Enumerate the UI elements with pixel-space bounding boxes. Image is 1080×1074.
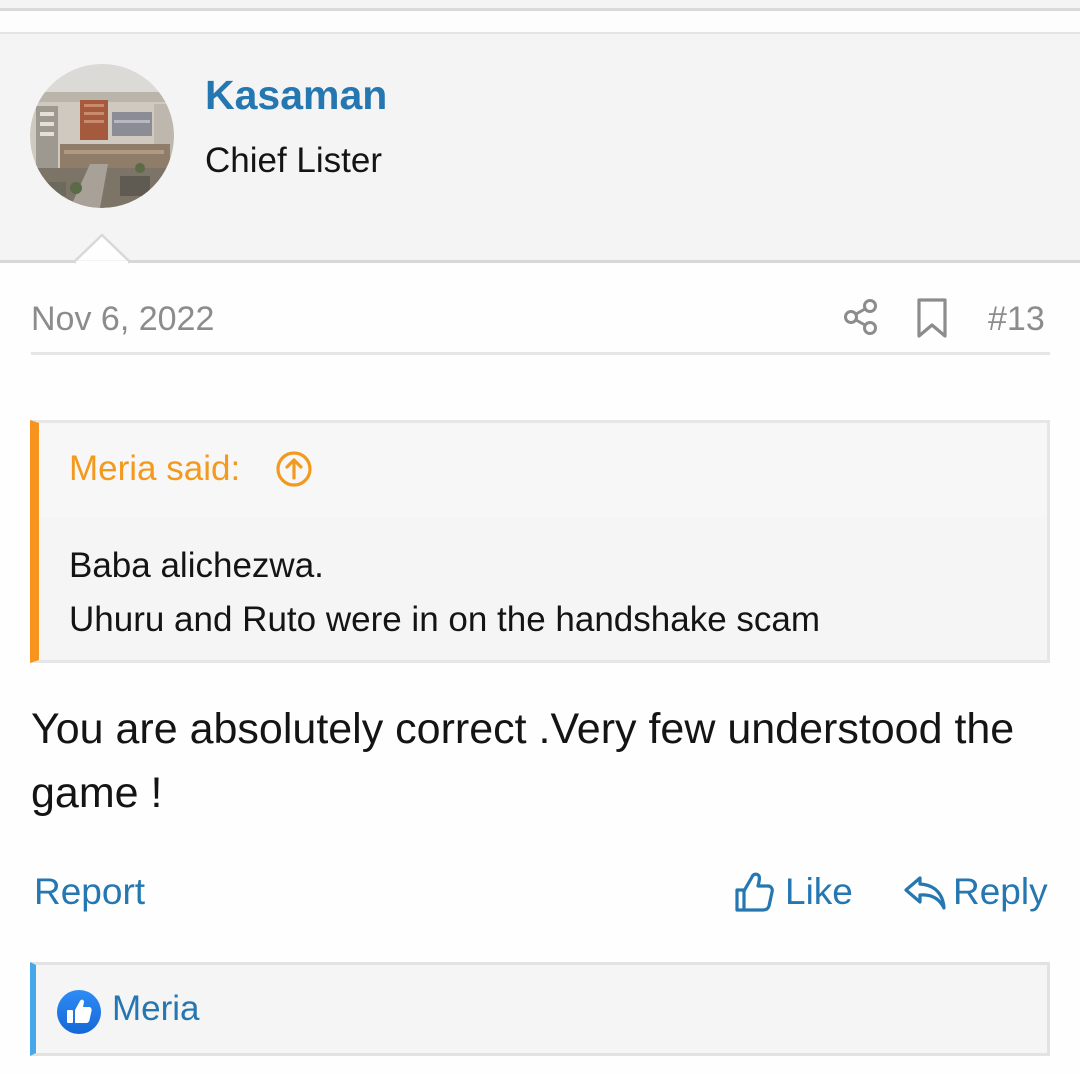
post-page: Kasaman Chief Lister Nov 6, 2022 #13 Mer… (0, 0, 1080, 1074)
share-icon[interactable] (842, 298, 880, 336)
quote-author[interactable]: Meria said: (69, 448, 240, 490)
user-title: Chief Lister (205, 141, 383, 180)
reactions-bar[interactable]: Meria (30, 962, 1050, 1056)
quote-line: Baba alichezwa. (69, 546, 324, 585)
divider (31, 352, 1050, 355)
spacer (0, 11, 1080, 32)
like-reaction-icon (57, 990, 101, 1034)
like-label: Like (785, 871, 853, 912)
quote-line: Uhuru and Ruto were in on the handshake … (69, 600, 821, 639)
message-body: You are absolutely correct .Very few und… (31, 705, 1015, 817)
avatar[interactable] (30, 64, 174, 208)
post-date[interactable]: Nov 6, 2022 (31, 298, 214, 340)
user-header-arrow (74, 234, 130, 264)
username-link[interactable]: Kasaman (205, 70, 387, 120)
like-button[interactable]: Like (733, 868, 853, 916)
quote-header: Meria said: (39, 423, 1047, 517)
previous-post-edge (0, 0, 1080, 8)
reply-button[interactable]: Reply (903, 868, 1048, 916)
arrow-up-circle-icon[interactable] (275, 450, 313, 488)
quote-content: Baba alichezwa. Uhuru and Ruto were in o… (69, 539, 1027, 647)
reply-label: Reply (953, 871, 1048, 912)
bookmark-icon[interactable] (914, 297, 950, 339)
quote-block: Meria said: Baba alichezwa. Uhuru and Ru… (30, 420, 1050, 663)
reply-arrow-icon (904, 876, 946, 910)
post-number-link[interactable]: #13 (988, 298, 1045, 340)
report-button[interactable]: Report (34, 868, 145, 916)
reaction-user-link[interactable]: Meria (112, 987, 200, 1031)
user-header-border (0, 260, 1080, 263)
avatar-city-photo-icon (30, 64, 174, 208)
thumbs-up-icon (735, 872, 774, 912)
